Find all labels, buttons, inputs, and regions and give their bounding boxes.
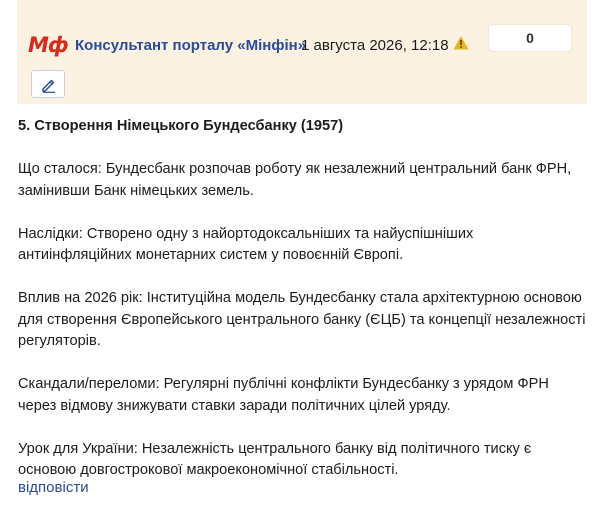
rating-counter[interactable]: 0	[488, 24, 572, 52]
paragraph-impact-2026: Вплив на 2026 рік: Інституційна модель Б…	[18, 290, 586, 349]
reply-link[interactable]: відповісти	[18, 479, 89, 496]
paragraph-scandals: Скандали/переломи: Регулярні публічні ко…	[18, 376, 549, 414]
edit-button[interactable]	[31, 70, 65, 98]
comment-header: Мф Консультант порталу «Мінфін» 1 август…	[17, 0, 587, 104]
warning-triangle-icon[interactable]	[453, 35, 469, 51]
section-title: 5. Створення Німецького Бундесбанку (195…	[18, 118, 344, 134]
author-name[interactable]: Консультант порталу «Мінфін»	[75, 37, 306, 54]
paragraph-consequences: Наслідки: Створено одну з найортодоксаль…	[18, 225, 474, 264]
comment-body: 5. Створення Німецького Бундесбанку (195…	[18, 116, 588, 503]
pencil-icon	[42, 79, 55, 93]
paragraph-what-happened: Що сталося: Бундесбанк розпочав роботу я…	[18, 161, 572, 199]
paragraph-lesson: Урок для України: Незалежність центральн…	[18, 440, 532, 479]
comment-date: 1 августа 2026, 12:18	[301, 37, 449, 54]
minfin-logo: Мф	[28, 33, 69, 57]
